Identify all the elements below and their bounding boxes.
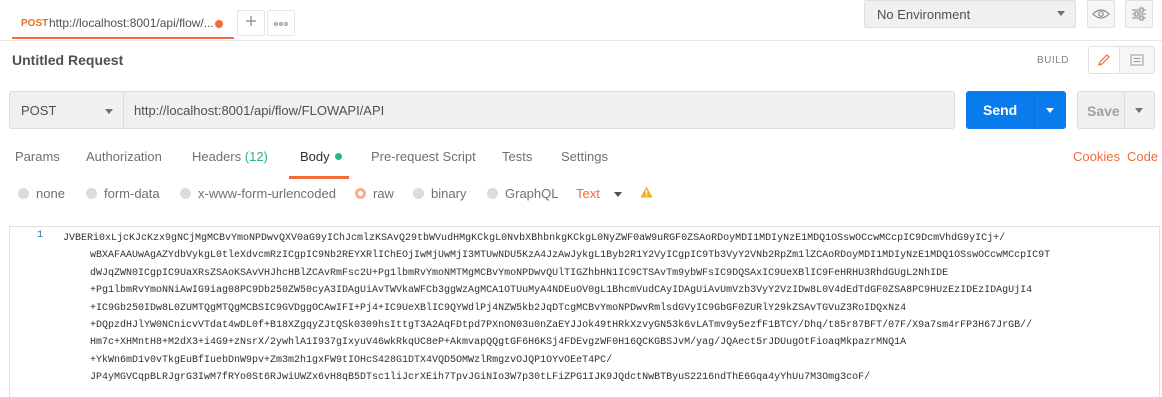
body-type-binary-label: binary — [431, 185, 467, 201]
radio-icon — [86, 187, 97, 199]
send-button-label: Send — [983, 102, 1018, 118]
tab-headers[interactable]: Headers (12) — [192, 149, 268, 164]
tab-body-label: Body — [300, 149, 330, 164]
edit-button[interactable] — [1088, 46, 1120, 74]
manage-environments-button[interactable] — [1125, 0, 1153, 28]
tab-body[interactable]: Body — [300, 149, 342, 164]
request-tab-url: http://localhost:8001/api/flow/... — [49, 16, 214, 30]
editor-gutter: 1 — [10, 227, 56, 397]
tab-options-button[interactable] — [267, 10, 295, 36]
eye-icon — [1092, 9, 1110, 19]
send-options-chevron-icon[interactable] — [1046, 108, 1054, 113]
editor-scrollbar[interactable] — [1159, 227, 1160, 397]
line-number: 1 — [37, 230, 44, 241]
body-type-raw-label: raw — [373, 185, 394, 201]
unsaved-dot-icon — [215, 20, 223, 28]
save-options-chevron-icon[interactable] — [1135, 108, 1143, 113]
tab-authorization[interactable]: Authorization — [86, 149, 162, 164]
save-divider — [1124, 92, 1125, 128]
body-active-dot-icon — [334, 153, 342, 160]
comments-button[interactable] — [1120, 46, 1155, 74]
chevron-down-icon — [105, 109, 113, 114]
code-line: dWJqZWN0ICgpIC9UaXRsZSAoKSAvVHJhcHBlZCAv… — [90, 267, 949, 279]
save-button-label: Save — [1087, 103, 1120, 119]
sliders-icon — [1132, 7, 1146, 21]
radio-icon — [18, 187, 29, 199]
body-type-urlencoded-label: x-www-form-urlencoded — [198, 185, 336, 201]
radio-icon — [487, 187, 498, 199]
code-line: wBXAFAAUwAgAZYdbVykgL0tleXdvcmRzICgpIC9N… — [90, 250, 1051, 262]
radio-icon — [413, 187, 424, 199]
code-line: +YkWn6mD1v0vTkgEuBfIuebDnW9pv+Zm3m2h1gxF… — [90, 354, 613, 366]
body-type-form-data-label: form-data — [104, 185, 160, 201]
body-type-graphql-label: GraphQL — [505, 185, 559, 201]
url-input-value: http://localhost:8001/api/flow/FLOWAPI/A… — [134, 103, 385, 118]
chevron-down-icon — [614, 192, 622, 197]
new-tab-button[interactable] — [237, 10, 265, 36]
plus-icon — [246, 16, 256, 26]
code-line: +Pg1lbmRvYmoNNiAwIG9iag08PC9Db250ZW50cyA… — [90, 285, 1033, 297]
chevron-down-icon — [1057, 11, 1065, 16]
comment-icon — [1130, 54, 1144, 66]
tab-prerequest-script[interactable]: Pre-request Script — [371, 149, 476, 164]
request-title[interactable]: Untitled Request — [12, 52, 123, 68]
body-type-form-data[interactable]: form-data — [86, 185, 160, 201]
body-type-binary[interactable]: binary — [413, 185, 466, 201]
method-select-value: POST — [21, 103, 57, 118]
pencil-icon — [1098, 54, 1110, 66]
code-line: +IC9Gb250IDw8L0ZUMTQgMTQgMCBSIC9GVDggOCA… — [90, 302, 907, 314]
radio-icon — [180, 187, 191, 199]
code-line: Hm7c+XHMntH8+M2dX3+i4G9+zNsrX/2ywhlA1I93… — [90, 337, 907, 349]
warning-icon[interactable] — [640, 186, 653, 201]
tab-tests[interactable]: Tests — [502, 149, 532, 164]
cookies-link[interactable]: Cookies — [1073, 149, 1120, 164]
raw-format-select[interactable]: Text — [576, 186, 622, 201]
body-editor[interactable]: 1 JVBERi0xLjcKJcKzx9gNCjMgMCBvYmoNPDwvQX… — [9, 226, 1160, 397]
tab-params[interactable]: Params — [15, 149, 60, 164]
send-divider — [1034, 91, 1035, 129]
active-tab-indicator — [289, 176, 349, 179]
radio-selected-icon — [355, 187, 366, 199]
editor-content[interactable]: JVBERi0xLjcKJcKzx9gNCjMgMCBvYmoNPDwvQXV0… — [63, 230, 1153, 387]
build-label: BUILD — [1037, 55, 1069, 66]
raw-format-value: Text — [576, 186, 600, 201]
body-type-none-label: none — [36, 185, 65, 201]
request-tab-method: POST — [21, 18, 49, 29]
code-line: JP4yMGVCqpBLRJgrG3IwM7fRYo0St6RJwiUWZx6v… — [90, 372, 871, 384]
environment-select[interactable]: No Environment — [864, 0, 1076, 28]
body-type-urlencoded[interactable]: x-www-form-urlencoded — [180, 185, 336, 201]
request-tab[interactable]: POST http://localhost:8001/api/flow/... — [12, 8, 234, 39]
send-button[interactable]: Send — [966, 91, 1066, 129]
method-select[interactable]: POST — [9, 91, 124, 129]
body-type-raw[interactable]: raw — [355, 185, 394, 201]
code-link[interactable]: Code — [1127, 149, 1158, 164]
save-button[interactable]: Save — [1077, 91, 1155, 129]
body-type-none[interactable]: none — [18, 185, 65, 201]
environment-select-value: No Environment — [877, 7, 971, 22]
tab-settings[interactable]: Settings — [561, 149, 608, 164]
code-line: JVBERi0xLjcKJcKzx9gNCjMgMCBvYmoNPDwvQXV0… — [63, 233, 1006, 244]
environment-quick-look-button[interactable] — [1087, 0, 1115, 28]
tab-headers-count: (12) — [244, 149, 268, 164]
tab-headers-label: Headers — [192, 149, 242, 164]
url-input[interactable]: http://localhost:8001/api/flow/FLOWAPI/A… — [124, 91, 955, 129]
more-icon — [274, 22, 288, 26]
body-type-graphql[interactable]: GraphQL — [487, 185, 558, 201]
code-line: +DQpzdHJlYW0NCnicvVTdat4wDL0f+B18XZgqyZJ… — [90, 319, 1033, 331]
